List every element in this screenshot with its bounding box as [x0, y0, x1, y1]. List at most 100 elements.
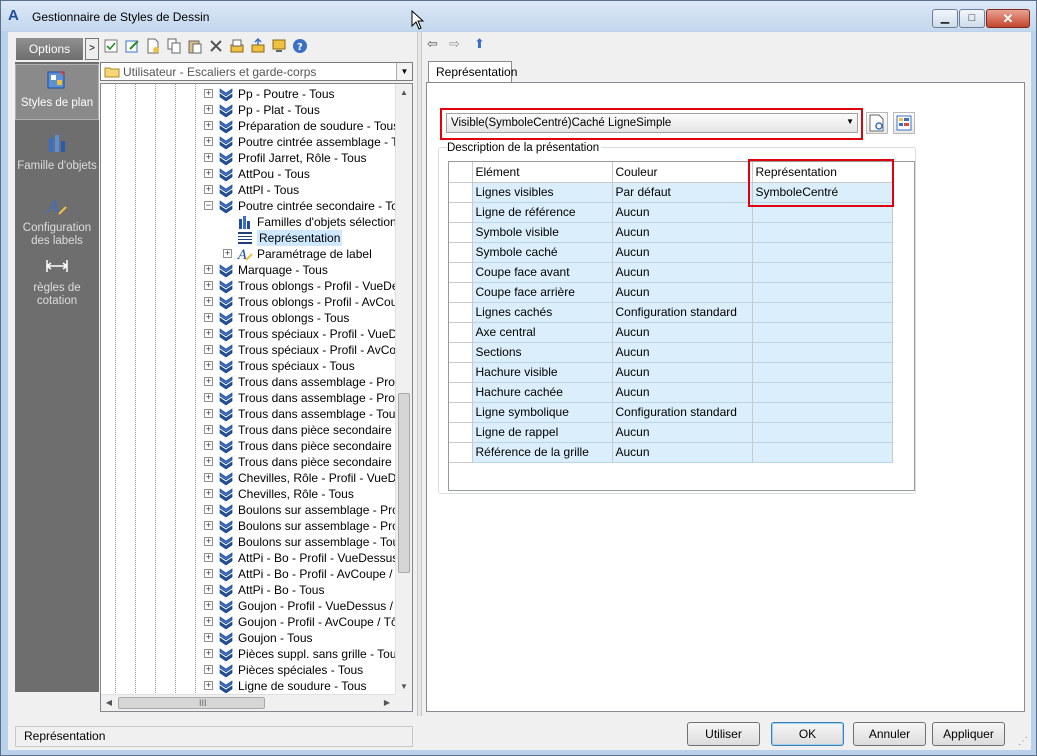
cell-color[interactable]: Aucun: [612, 202, 753, 223]
expand-icon[interactable]: +: [204, 393, 213, 402]
tree-item[interactable]: + A Paramétrage de label: [223, 246, 395, 262]
expand-icon[interactable]: +: [204, 441, 213, 450]
title-bar[interactable]: A Gestionnaire de Styles de Dessin ▁ □ ✕: [1, 1, 1036, 31]
expand-icon[interactable]: +: [204, 153, 213, 162]
tree-item[interactable]: + Poutre cintrée assemblage - Tous: [204, 134, 412, 150]
table-row[interactable]: Ligne symbolique Configuration standard: [449, 402, 893, 423]
cell-element[interactable]: Axe central: [472, 322, 613, 343]
expand-icon[interactable]: +: [204, 537, 213, 546]
table-row[interactable]: Ligne de rappel Aucun: [449, 422, 893, 443]
table-row[interactable]: Lignes cachés Configuration standard: [449, 302, 893, 323]
cell-element[interactable]: Ligne de référence: [472, 202, 613, 223]
cell-representation[interactable]: [752, 282, 893, 303]
use-button[interactable]: Utiliser: [687, 722, 760, 746]
export-icon[interactable]: [250, 38, 266, 54]
checkmark-icon[interactable]: [103, 38, 119, 54]
expand-icon[interactable]: +: [204, 489, 213, 498]
close-button[interactable]: ✕: [986, 9, 1030, 28]
tree-item[interactable]: + AttPl - Tous: [204, 182, 395, 198]
help-icon[interactable]: ?: [292, 38, 308, 54]
table-row[interactable]: Axe central Aucun: [449, 322, 893, 343]
cell-element[interactable]: Ligne symbolique: [472, 402, 613, 423]
resize-grip-icon[interactable]: ⋰: [1018, 736, 1028, 747]
sidebar-item-object-family[interactable]: Famille d'objets: [15, 128, 99, 184]
cell-element[interactable]: Symbole visible: [472, 222, 613, 243]
tree-item[interactable]: + Trous spéciaux - Tous: [204, 358, 395, 374]
tree-item[interactable]: + Marquage - Tous: [204, 262, 395, 278]
table-row[interactable]: Coupe face avant Aucun: [449, 262, 893, 283]
cell-representation[interactable]: [752, 402, 893, 423]
scroll-thumb[interactable]: III: [118, 697, 265, 709]
column-header-color[interactable]: Couleur: [612, 162, 753, 183]
paste-icon[interactable]: [187, 38, 203, 54]
tree-item[interactable]: + Trous dans assemblage - Tous: [204, 406, 401, 422]
sidebar-item-label-config[interactable]: A Configuration des labels: [15, 190, 99, 250]
cell-element[interactable]: Lignes visibles: [472, 182, 613, 203]
cell-color[interactable]: Par défaut: [612, 182, 753, 203]
tree-item[interactable]: + AttPi - Bo - Profil - AvCoupe / Tôle: [204, 566, 412, 582]
cell-color[interactable]: Aucun: [612, 442, 753, 463]
cell-representation[interactable]: [752, 422, 893, 443]
tree-item[interactable]: + Préparation de soudure - Tous: [204, 118, 399, 134]
expand-icon[interactable]: +: [204, 553, 213, 562]
tree-item[interactable]: + Trous spéciaux - Profil - AvCoupe: [204, 342, 412, 358]
tree-item[interactable]: − Poutre cintrée secondaire - Tous: [204, 198, 411, 214]
tree-item[interactable]: + Goujon - Profil - VueDessus / Tôle: [204, 598, 412, 614]
expand-icon[interactable]: +: [204, 521, 213, 530]
expand-icon[interactable]: +: [204, 569, 213, 578]
cell-element[interactable]: Coupe face avant: [472, 262, 613, 283]
expand-icon[interactable]: +: [204, 297, 213, 306]
cell-element[interactable]: Symbole caché: [472, 242, 613, 263]
cell-representation[interactable]: [752, 242, 893, 263]
table-row[interactable]: Hachure visible Aucun: [449, 362, 893, 383]
expand-icon[interactable]: +: [204, 665, 213, 674]
expand-icon[interactable]: +: [204, 281, 213, 290]
new-icon[interactable]: [145, 38, 161, 54]
expand-icon[interactable]: +: [204, 121, 213, 130]
tree-item[interactable]: + AttPi - Bo - Tous: [204, 582, 395, 598]
tree-item[interactable]: + Trous oblongs - Profil - VueDessus: [204, 278, 412, 294]
table-row[interactable]: Référence de la grille Aucun: [449, 442, 893, 463]
cell-representation[interactable]: [752, 442, 893, 463]
cell-color[interactable]: Aucun: [612, 322, 753, 343]
cell-color[interactable]: Aucun: [612, 262, 753, 283]
tree-item[interactable]: + Chevilles, Rôle - Profil - VueDessu: [204, 470, 412, 486]
minimize-button[interactable]: ▁: [932, 9, 958, 28]
cell-element[interactable]: Hachure cachée: [472, 382, 613, 403]
column-header-element[interactable]: Elément: [472, 162, 613, 183]
tree-item[interactable]: Représentation: [223, 230, 395, 246]
cell-element[interactable]: Coupe face arrière: [472, 282, 613, 303]
expand-icon[interactable]: +: [204, 425, 213, 434]
expand-icon[interactable]: +: [204, 617, 213, 626]
tree-item[interactable]: Familles d'objets sélectionnée: [223, 214, 412, 230]
tree-item[interactable]: + Trous oblongs - Profil - AvCoupe /: [204, 294, 412, 310]
edit-icon[interactable]: [124, 38, 140, 54]
expand-icon[interactable]: +: [223, 249, 232, 258]
cell-color[interactable]: Aucun: [612, 282, 753, 303]
cell-representation[interactable]: [752, 322, 893, 343]
cancel-button[interactable]: Annuler: [853, 722, 926, 746]
tree-item[interactable]: + Chevilles, Rôle - Tous: [204, 486, 395, 502]
import-icon[interactable]: [229, 38, 245, 54]
cell-element[interactable]: Sections: [472, 342, 613, 363]
cell-representation[interactable]: [752, 362, 893, 383]
expand-icon[interactable]: +: [204, 89, 213, 98]
tree-item[interactable]: + Pièces spéciales - Tous: [204, 662, 395, 678]
table-row[interactable]: Sections Aucun: [449, 342, 893, 363]
expand-icon[interactable]: +: [204, 585, 213, 594]
tree-item[interactable]: + Goujon - Tous: [204, 630, 395, 646]
tree-item[interactable]: + Trous oblongs - Tous: [204, 310, 395, 326]
tab-representation[interactable]: Représentation: [428, 61, 517, 83]
tree-item[interactable]: + Ligne de soudure - Tous: [204, 678, 395, 694]
expand-icon[interactable]: +: [204, 377, 213, 386]
tree-item[interactable]: + Pp - Plat - Tous: [204, 102, 395, 118]
forward-arrow-icon[interactable]: ⇨: [449, 37, 460, 51]
expand-icon[interactable]: +: [204, 361, 213, 370]
options-toggle-button[interactable]: >: [85, 38, 99, 60]
tree-horizontal-scrollbar[interactable]: ◀ III ▶: [101, 694, 395, 711]
apply-button[interactable]: Appliquer: [932, 722, 1005, 746]
sidebar-item-plan-styles[interactable]: Styles de plan: [15, 64, 99, 120]
table-row[interactable]: Coupe face arrière Aucun: [449, 282, 893, 303]
tree-item[interactable]: + Trous dans pièce secondaire - Pro: [204, 438, 412, 454]
scroll-left-icon[interactable]: ◀: [101, 695, 117, 711]
